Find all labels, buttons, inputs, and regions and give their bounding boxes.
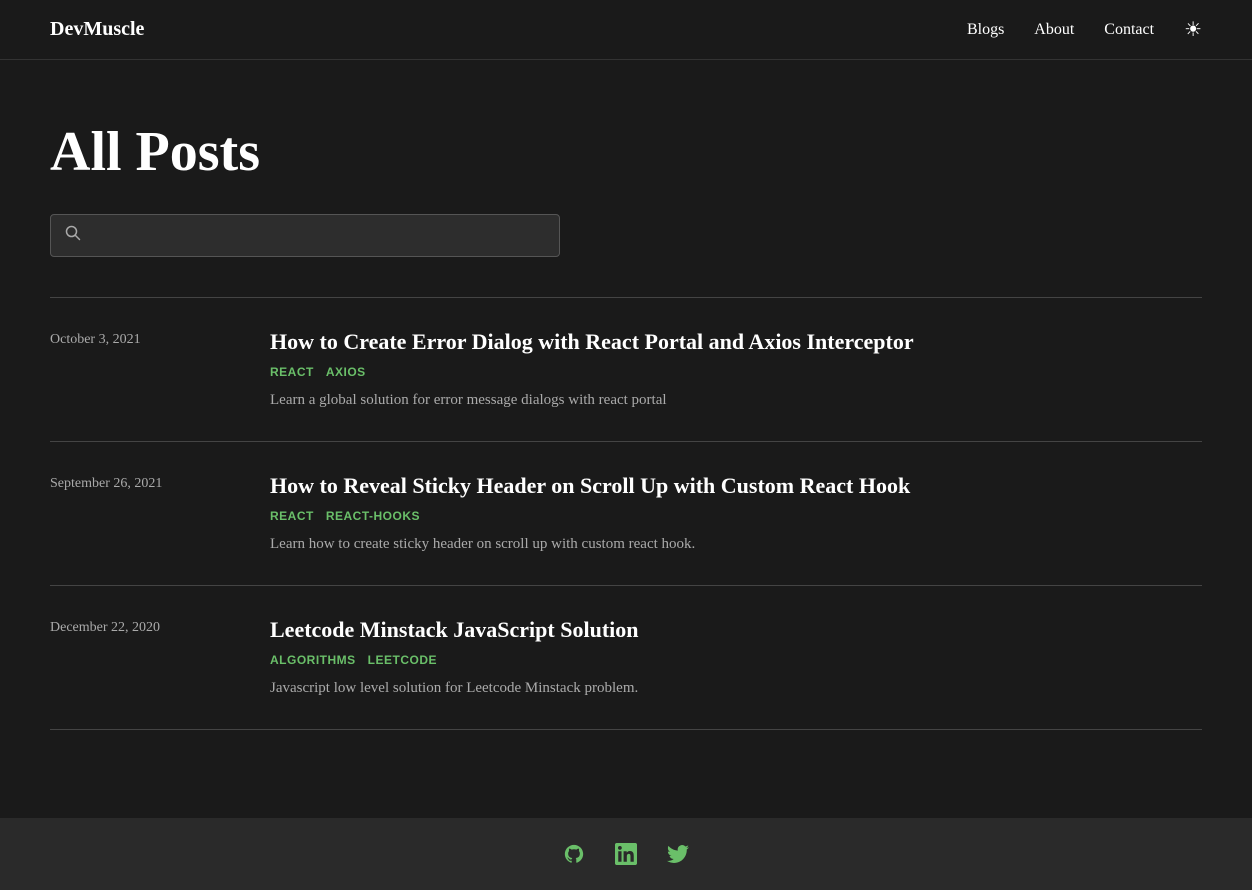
site-header: DevMuscle Blogs About Contact ☀ [0,0,1252,60]
site-logo[interactable]: DevMuscle [50,18,144,41]
post-description: Javascript low level solution for Leetco… [270,677,1202,700]
post-description: Learn a global solution for error messag… [270,389,1202,412]
post-tag[interactable]: REACT-HOOKS [326,509,420,523]
post-date: October 3, 2021 [50,328,230,348]
main-nav: Blogs About Contact ☀ [967,17,1202,42]
search-wrapper [50,214,560,257]
post-content: How to Reveal Sticky Header on Scroll Up… [270,472,1202,555]
post-tags: ALGORITHMS LEETCODE [270,653,1202,667]
post-item: October 3, 2021 How to Create Error Dial… [50,298,1202,442]
nav-link-blogs[interactable]: Blogs [967,21,1004,39]
nav-link-about[interactable]: About [1034,21,1074,39]
post-date: December 22, 2020 [50,616,230,636]
post-description: Learn how to create sticky header on scr… [270,533,1202,556]
post-title[interactable]: How to Reveal Sticky Header on Scroll Up… [270,472,1202,501]
main-content: All Posts October 3, 2021 How to Create … [0,60,1252,818]
post-tag[interactable]: LEETCODE [368,653,437,667]
post-tag[interactable]: REACT [270,365,314,379]
post-content: How to Create Error Dialog with React Po… [270,328,1202,411]
nav-link-contact[interactable]: Contact [1104,21,1154,39]
post-tag[interactable]: AXIOS [326,365,366,379]
twitter-icon[interactable] [667,843,689,865]
post-title[interactable]: Leetcode Minstack JavaScript Solution [270,616,1202,645]
search-input[interactable] [91,227,545,244]
post-title[interactable]: How to Create Error Dialog with React Po… [270,328,1202,357]
post-tags: REACT REACT-HOOKS [270,509,1202,523]
search-icon [65,225,81,246]
post-content: Leetcode Minstack JavaScript Solution AL… [270,616,1202,699]
page-title: All Posts [50,120,1202,184]
site-footer [0,818,1252,890]
linkedin-icon[interactable] [615,843,637,865]
post-date: September 26, 2021 [50,472,230,492]
search-container [50,214,1202,257]
post-tag[interactable]: REACT [270,509,314,523]
post-tags: REACT AXIOS [270,365,1202,379]
theme-toggle-button[interactable]: ☀ [1184,17,1202,42]
post-item: September 26, 2021 How to Reveal Sticky … [50,442,1202,586]
github-icon[interactable] [563,843,585,865]
post-tag[interactable]: ALGORITHMS [270,653,356,667]
posts-list: October 3, 2021 How to Create Error Dial… [50,298,1202,730]
post-item: December 22, 2020 Leetcode Minstack Java… [50,586,1202,730]
